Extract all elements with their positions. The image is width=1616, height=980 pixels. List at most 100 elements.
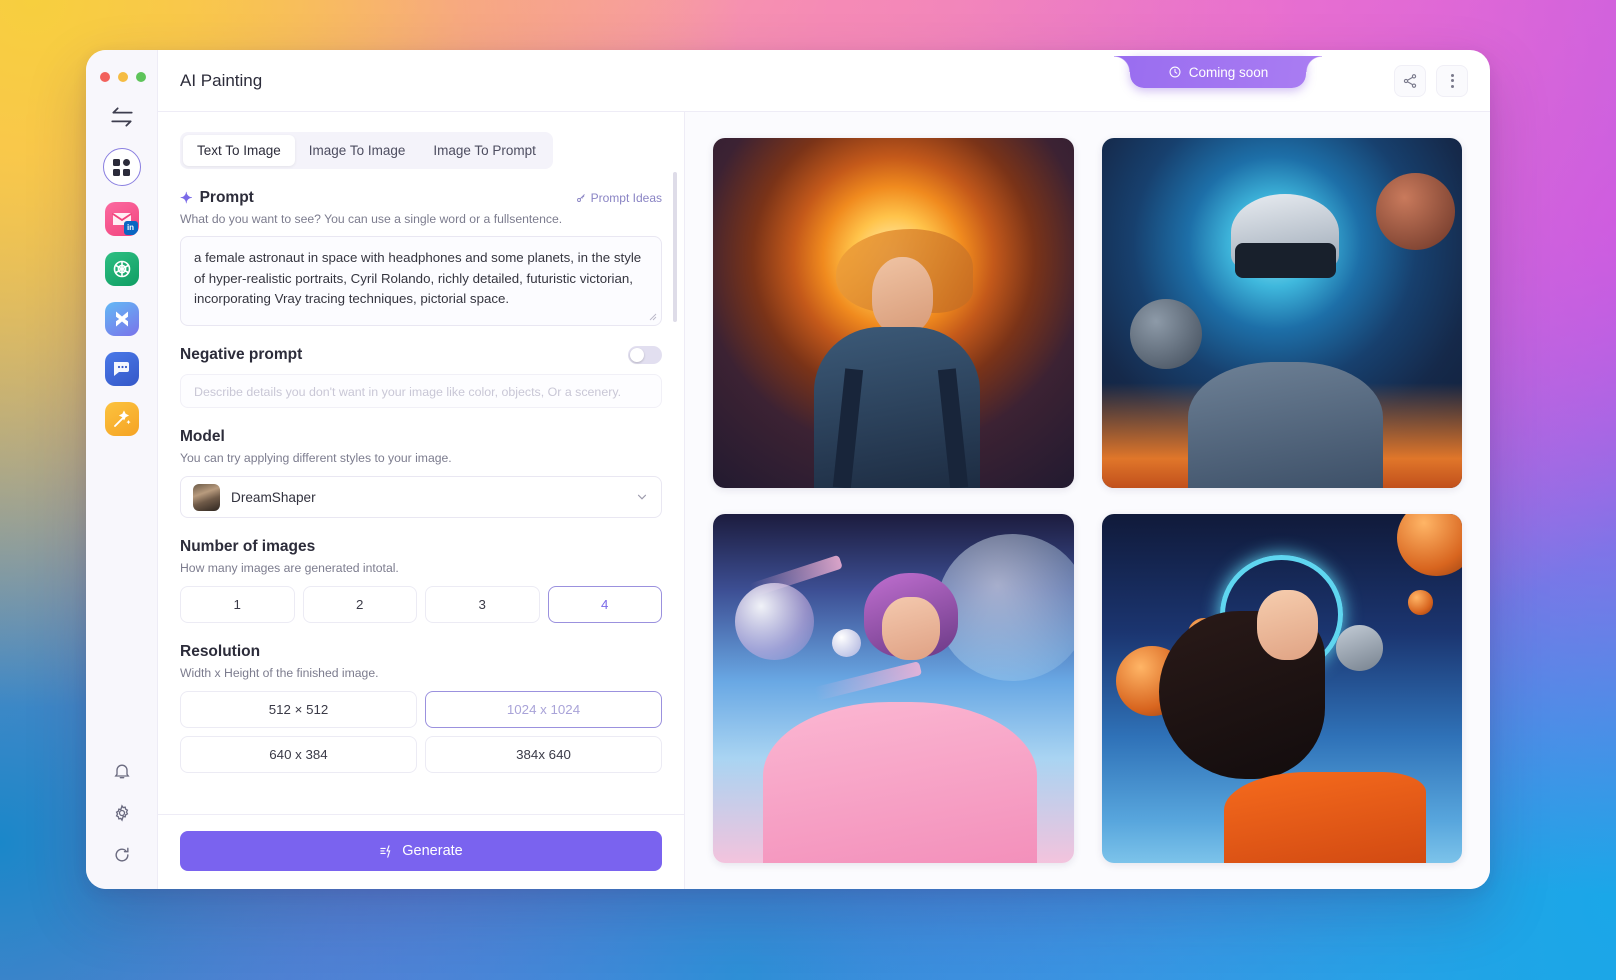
negative-prompt-toggle[interactable] [628,346,662,364]
sidebar-item-apps[interactable] [102,148,141,186]
result-image-1[interactable] [713,138,1074,488]
result-4-planet-3 [1397,513,1462,577]
gear-icon[interactable] [112,803,132,823]
tab-image-to-image[interactable]: Image To Image [295,135,420,166]
mode-tabs: Text To Image Image To Image Image To Pr… [180,132,553,169]
flow-icon [115,311,128,327]
minimize-window-button[interactable] [118,72,128,82]
model-title: Model [180,428,225,445]
number-of-images-options: 1 2 3 4 [180,586,662,623]
bell-icon[interactable] [112,761,132,781]
prompt-input[interactable]: a female astronaut in space with headpho… [180,236,662,326]
prompt-ideas-label: Prompt Ideas [590,191,662,205]
number-option-1[interactable]: 1 [180,586,295,623]
result-2-planet-right [1375,172,1455,250]
model-header: Model [180,428,662,446]
close-window-button[interactable] [100,72,110,82]
result-2-suit [1188,361,1383,488]
result-2-goggles [1234,242,1336,278]
sidebar-item-chat[interactable] [104,352,139,386]
result-image-2[interactable] [1101,138,1462,488]
tab-text-to-image[interactable]: Text To Image [183,135,295,166]
resolution-option-1024[interactable]: 1024 x 1024 [425,691,662,728]
sparkle-icon: ✦ [180,190,193,207]
result-4-face [1256,590,1318,661]
panel-footer: Generate [158,814,684,889]
result-4-headphones [1335,625,1383,671]
model-thumbnail [193,483,220,511]
chat-bubble-icon [113,362,129,376]
result-2-planet-left [1130,298,1203,369]
prompt-header: ✦ Prompt Prompt Ideas [180,189,662,207]
share-icon [1403,73,1417,88]
number-of-images-title: Number of images [180,538,316,555]
resize-grip-icon[interactable] [649,313,657,321]
result-3-bubble-small [831,628,861,657]
settings-scroll-area: Text To Image Image To Image Image To Pr… [158,112,684,814]
panel-scrollbar[interactable] [673,172,677,322]
result-1-head [871,256,933,334]
sidebar-item-flow[interactable] [104,302,139,336]
maximize-window-button[interactable] [136,72,146,82]
result-3-face [882,597,941,661]
swap-arrows-icon[interactable] [109,106,135,128]
number-of-images-header: Number of images [180,538,662,556]
sidebar-item-openai[interactable] [104,252,139,286]
resolution-option-512[interactable]: 512 × 512 [180,691,417,728]
settings-panel: Text To Image Image To Image Image To Pr… [158,112,685,889]
negative-prompt-title: Negative prompt [180,346,303,363]
prompt-description: What do you want to see? You can use a s… [180,212,563,226]
share-button[interactable] [1394,64,1426,97]
result-4-suit [1224,772,1426,863]
content-area: Text To Image Image To Image Image To Pr… [158,112,1490,889]
more-options-button[interactable] [1436,64,1468,97]
tab-image-to-prompt[interactable]: Image To Prompt [419,135,550,166]
result-image-3[interactable] [713,513,1074,863]
key-icon [576,194,585,202]
number-option-2[interactable]: 2 [302,586,417,623]
linkedin-badge-icon: in [123,221,138,235]
resolution-header: Resolution [180,643,662,661]
refresh-icon[interactable] [112,845,132,865]
toggle-knob [630,348,644,362]
negative-prompt-header: Negative prompt [180,346,662,364]
number-option-4[interactable]: 4 [547,586,662,623]
generate-button[interactable]: Generate [180,831,662,871]
traffic-lights [100,72,146,82]
sidebar-item-mail[interactable]: in [104,202,139,236]
model-description: You can try applying different styles to… [180,451,452,465]
resolution-option-640x384[interactable]: 640 x 384 [180,736,417,773]
icon-rail: in [86,50,158,889]
result-3-streak-2 [813,661,923,702]
resolution-options: 512 × 512 1024 x 1024 640 x 384 384x 640 [180,691,662,773]
chevron-down-icon [637,494,647,500]
rail-bottom-icons [112,761,132,865]
clock-icon [1169,66,1181,78]
number-of-images-description: How many images are generated intotal. [180,561,399,575]
resolution-option-384x640[interactable]: 384x 640 [425,736,662,773]
result-4-planet-4 [1407,590,1434,615]
number-option-3[interactable]: 3 [425,586,540,623]
results-grid [685,112,1490,889]
sidebar-item-magic[interactable] [104,402,139,436]
coming-soon-badge: Coming soon [1114,56,1322,88]
resolution-title: Resolution [180,643,261,660]
app-window: in AI Painting Text To Image Image To Im… [86,50,1490,889]
rail-app-list: in [102,148,141,436]
main-area: AI Painting Text To Image Image To Image… [158,50,1490,889]
prompt-title: Prompt [199,189,254,206]
negative-prompt-input[interactable]: Describe details you don't want in your … [180,374,662,408]
result-3-dress [763,702,1038,863]
top-bar-actions [1394,64,1468,97]
openai-icon [113,260,130,278]
more-vertical-icon [1450,73,1454,88]
model-select[interactable]: DreamShaper [180,476,662,518]
page-title: AI Painting [180,70,263,90]
lightning-icon [380,844,391,858]
coming-soon-label: Coming soon [1188,64,1269,80]
prompt-ideas-button[interactable]: Prompt Ideas [575,191,662,205]
prompt-input-wrap: a female astronaut in space with headpho… [180,236,662,326]
result-image-4[interactable] [1101,513,1462,863]
prompt-title-group: ✦ Prompt [180,189,254,207]
result-3-bubble-large [734,583,814,661]
